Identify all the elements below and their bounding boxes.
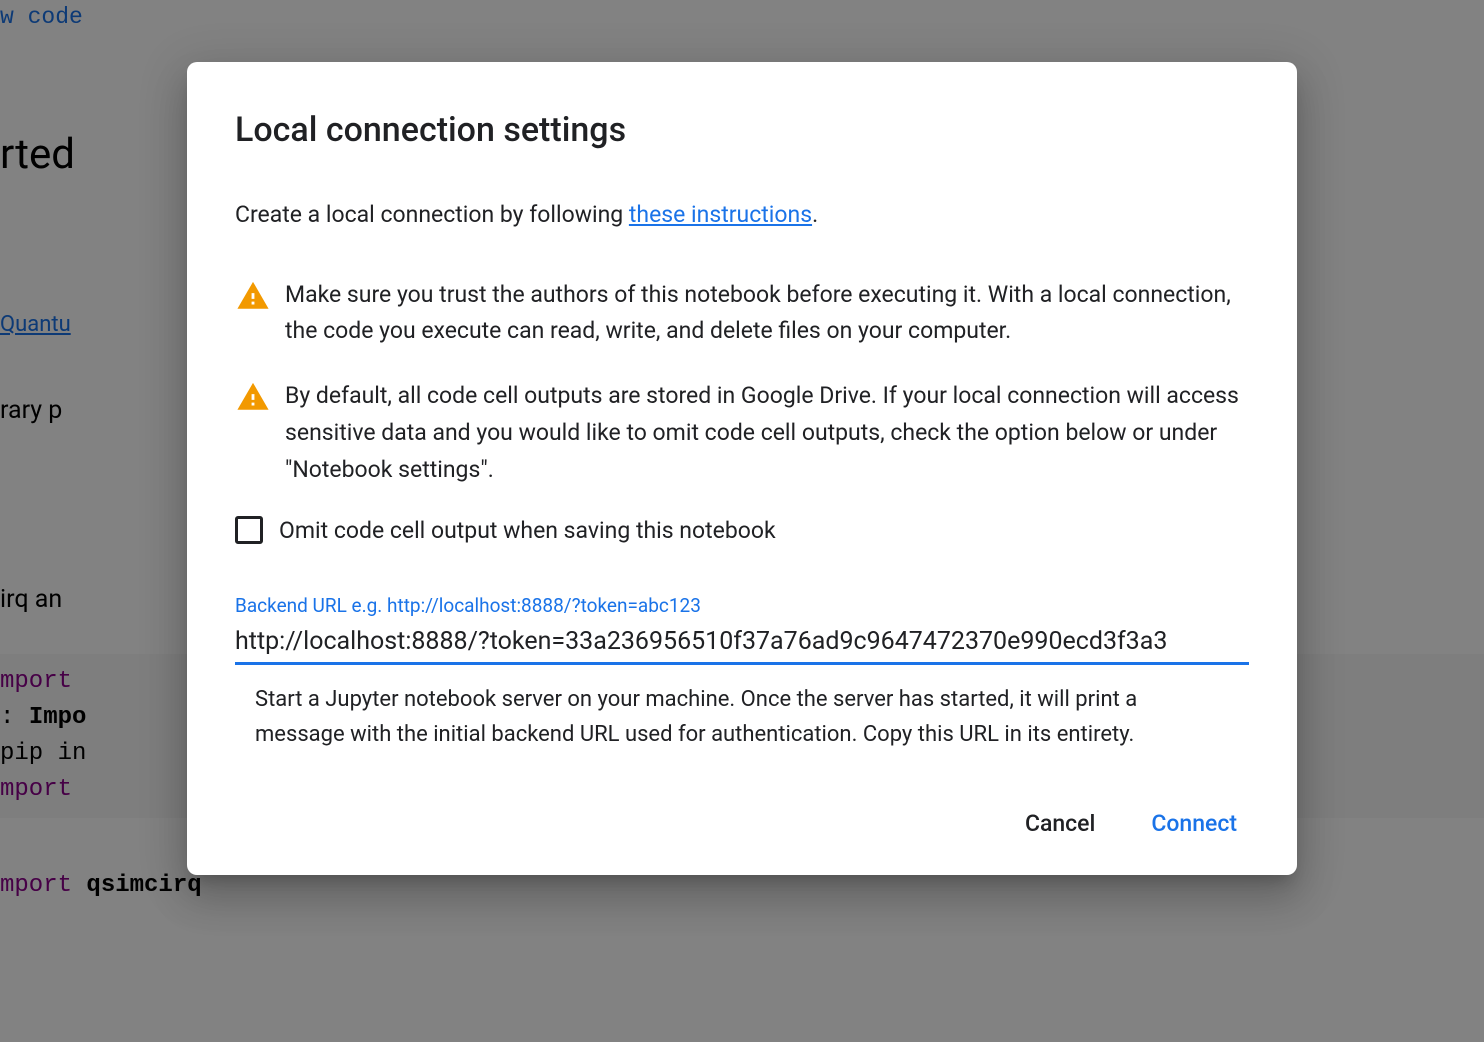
modal-overlay: Local connection settings Create a local… [0,0,1484,1042]
warning-icon [235,380,271,414]
dialog-title: Local connection settings [235,110,1249,150]
warning-trust: Make sure you trust the authors of this … [235,277,1249,351]
backend-url-input[interactable] [235,621,1249,665]
dialog-intro: Create a local connection by following t… [235,198,1249,233]
dialog-actions: Cancel Connect [235,802,1249,845]
omit-output-row[interactable]: Omit code cell output when saving this n… [235,516,1249,544]
cancel-button[interactable]: Cancel [1021,802,1099,845]
warning-drive: By default, all code cell outputs are st… [235,378,1249,488]
warning-trust-text: Make sure you trust the authors of this … [285,277,1249,351]
local-connection-dialog: Local connection settings Create a local… [187,62,1297,875]
backend-url-help: Start a Jupyter notebook server on your … [235,683,1249,751]
omit-output-checkbox[interactable] [235,516,263,544]
instructions-link[interactable]: these instructions [629,201,812,228]
backend-url-label: Backend URL e.g. http://localhost:8888/?… [235,594,1249,617]
connect-button[interactable]: Connect [1147,802,1241,845]
warning-drive-text: By default, all code cell outputs are st… [285,378,1249,488]
warning-icon [235,279,271,313]
omit-output-label: Omit code cell output when saving this n… [279,517,776,544]
